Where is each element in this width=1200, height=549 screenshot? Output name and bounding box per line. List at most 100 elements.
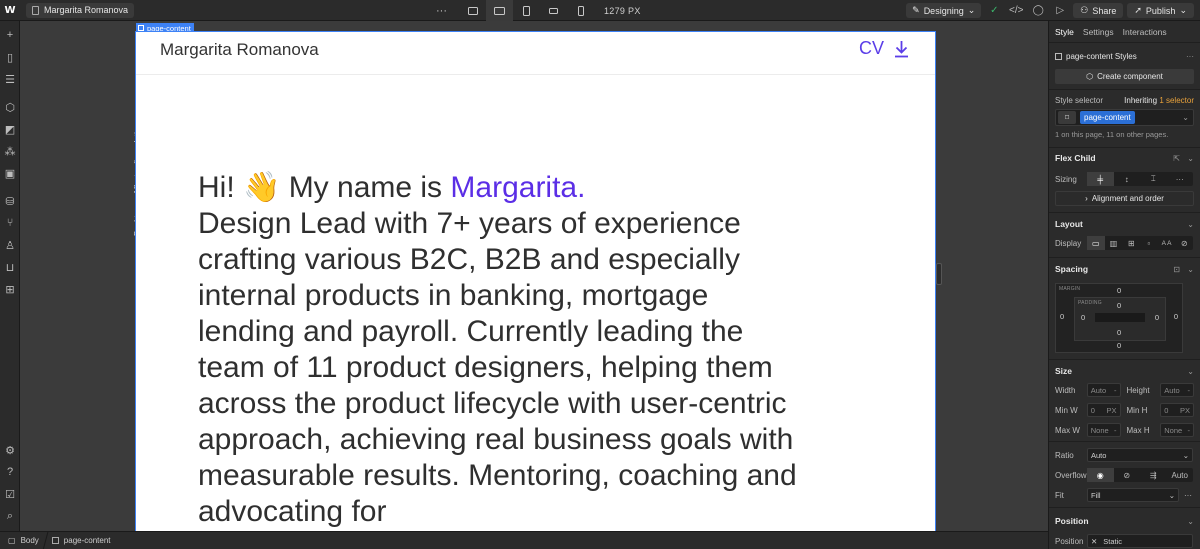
variables-icon[interactable]: ◩ bbox=[3, 122, 17, 136]
breadcrumb-body[interactable]: ▢ Body bbox=[8, 536, 39, 545]
webflow-logo[interactable]: W bbox=[0, 0, 20, 21]
users-icon[interactable]: ♙ bbox=[3, 238, 17, 252]
assets-icon[interactable]: ▣ bbox=[3, 166, 17, 180]
ratio-select[interactable]: Auto ⌄ bbox=[1087, 448, 1193, 462]
style-selectors-icon[interactable]: ⁂ bbox=[3, 144, 17, 158]
inheriting-text: Inheriting 1 selector bbox=[1124, 96, 1194, 105]
search-icon[interactable]: ⌕ bbox=[3, 509, 17, 523]
display-inline-icon[interactable]: A A bbox=[1158, 236, 1176, 250]
alignment-order-button[interactable]: › Alignment and order bbox=[1055, 191, 1194, 206]
preview-play-icon[interactable]: ▷ bbox=[1051, 0, 1069, 21]
padding-right-value[interactable]: 0 bbox=[1155, 313, 1159, 322]
chevron-down-icon[interactable]: ⌄ bbox=[1187, 154, 1194, 163]
navigator-icon[interactable]: ☰ bbox=[3, 72, 17, 86]
overflow-auto-option[interactable]: Auto bbox=[1167, 468, 1194, 482]
breadcrumb-page-content[interactable]: page-content bbox=[51, 536, 111, 545]
overflow-hidden-icon[interactable]: ⊘ bbox=[1114, 468, 1141, 482]
selector-state-icon[interactable]: ⌑ bbox=[1058, 111, 1076, 124]
size-section-header[interactable]: Size ⌄ bbox=[1055, 366, 1194, 376]
add-elements-icon[interactable]: + bbox=[3, 28, 17, 42]
padding-bottom-value[interactable]: 0 bbox=[1117, 328, 1121, 337]
apps-icon[interactable]: ⊞ bbox=[3, 282, 17, 296]
display-flex-icon[interactable]: ▥ bbox=[1105, 236, 1123, 250]
page-frame[interactable]: Margarita Romanova CV Hi! 👋 My name is M… bbox=[135, 31, 936, 532]
site-name[interactable]: Margarita Romanova bbox=[160, 40, 319, 60]
create-component-button[interactable]: ⬡ Create component bbox=[1055, 69, 1194, 84]
display-inline-block-icon[interactable]: ▫ bbox=[1140, 236, 1158, 250]
fit-more-icon[interactable]: ··· bbox=[1184, 491, 1192, 500]
mobile-portrait-button[interactable] bbox=[567, 0, 594, 21]
sizing-more-icon[interactable]: ··· bbox=[1167, 172, 1194, 186]
ecommerce-icon[interactable]: ⊔ bbox=[3, 260, 17, 274]
comments-icon[interactable]: ◯ bbox=[1029, 0, 1047, 21]
height-input[interactable]: Auto - bbox=[1160, 383, 1195, 397]
sizing-none-icon[interactable]: ⌶ bbox=[1140, 172, 1167, 186]
more-options-button[interactable]: ··· bbox=[428, 0, 455, 21]
width-input[interactable]: Auto - bbox=[1086, 383, 1121, 397]
style-selector-input[interactable]: ⌑ page-content ⌄ bbox=[1055, 109, 1194, 126]
flex-child-section-header[interactable]: Flex Child ⇱ ⌄ bbox=[1055, 153, 1194, 163]
margin-left-value[interactable]: 0 bbox=[1060, 312, 1064, 321]
audit-checkbox-icon[interactable]: ☑ bbox=[3, 487, 17, 501]
chevron-down-icon[interactable]: ⌄ bbox=[1187, 517, 1194, 526]
hero-body: Design Lead with 7+ years of experience … bbox=[198, 207, 797, 528]
desktop-breakpoint-button[interactable] bbox=[459, 0, 486, 21]
tab-settings[interactable]: Settings bbox=[1083, 27, 1114, 37]
inheriting-count[interactable]: 1 selector bbox=[1159, 96, 1194, 105]
margin-top-value[interactable]: 0 bbox=[1117, 286, 1121, 295]
overflow-scroll-icon[interactable]: ⇶ bbox=[1140, 468, 1167, 482]
display-none-icon[interactable]: ⊘ bbox=[1175, 236, 1193, 250]
canvas[interactable]: Desktop Affects all resolutions page-con… bbox=[20, 21, 1048, 532]
tab-style[interactable]: Style bbox=[1055, 27, 1074, 37]
padding-left-value[interactable]: 0 bbox=[1081, 313, 1085, 322]
site-header[interactable]: Margarita Romanova CV bbox=[136, 32, 935, 75]
padding-top-value[interactable]: 0 bbox=[1117, 301, 1121, 310]
sizing-shrink-icon[interactable]: ╪ bbox=[1087, 172, 1114, 186]
min-height-input[interactable]: 0 PX bbox=[1160, 403, 1195, 417]
spacing-section-header[interactable]: Spacing ⊡ ⌄ bbox=[1055, 264, 1194, 274]
sizing-grow-icon[interactable]: ↕ bbox=[1114, 172, 1141, 186]
hero-text[interactable]: Hi! 👋 My name is Margarita. Design Lead … bbox=[198, 170, 798, 530]
page-selector[interactable]: Margarita Romanova bbox=[26, 2, 135, 18]
tab-interactions[interactable]: Interactions bbox=[1123, 27, 1167, 37]
chevron-down-icon[interactable]: ⌄ bbox=[1187, 367, 1194, 376]
display-block-icon[interactable]: ▭ bbox=[1087, 236, 1105, 250]
overflow-visible-icon[interactable]: ◉ bbox=[1087, 468, 1114, 482]
margin-right-value[interactable]: 0 bbox=[1174, 312, 1178, 321]
position-section-header[interactable]: Position ⌄ bbox=[1055, 516, 1194, 526]
fit-select[interactable]: Fill ⌄ bbox=[1087, 488, 1179, 502]
chevron-down-icon[interactable]: ⌄ bbox=[1187, 265, 1194, 274]
code-icon[interactable]: </> bbox=[1007, 0, 1025, 21]
display-grid-icon[interactable]: ⊞ bbox=[1122, 236, 1140, 250]
spacing-presets-icon[interactable]: ⊡ bbox=[1173, 265, 1180, 274]
more-options-icon[interactable]: ··· bbox=[1186, 52, 1194, 61]
layout-section-header[interactable]: Layout ⌄ bbox=[1055, 219, 1194, 229]
position-select[interactable]: ✕ Static bbox=[1087, 534, 1193, 548]
share-button[interactable]: ⚇ Share bbox=[1073, 3, 1124, 18]
chevron-down-icon[interactable]: ⌄ bbox=[1182, 113, 1189, 122]
mobile-landscape-button[interactable] bbox=[540, 0, 567, 21]
base-breakpoint-button[interactable] bbox=[486, 0, 513, 21]
component-icon: ⬡ bbox=[1086, 72, 1094, 81]
cms-icon[interactable]: ⛁ bbox=[3, 194, 17, 208]
max-height-input[interactable]: None - bbox=[1160, 423, 1195, 437]
help-icon[interactable]: ? bbox=[3, 465, 17, 479]
flex-child-expand-icon[interactable]: ⇱ bbox=[1173, 154, 1180, 163]
tablet-breakpoint-button[interactable] bbox=[513, 0, 540, 21]
logic-icon[interactable]: ⑂ bbox=[3, 216, 17, 230]
max-size-row: Max W None - Max H None - bbox=[1055, 423, 1195, 437]
margin-bottom-value[interactable]: 0 bbox=[1117, 341, 1121, 350]
selector-chip[interactable]: page-content bbox=[1080, 111, 1135, 124]
pages-icon[interactable]: ▯ bbox=[3, 50, 17, 64]
mode-dropdown[interactable]: ✎ Designing ⌄ bbox=[906, 3, 982, 18]
max-width-input[interactable]: None - bbox=[1086, 423, 1121, 437]
check-status-icon[interactable]: ✓ bbox=[985, 0, 1003, 21]
components-icon[interactable]: ⬡ bbox=[3, 100, 17, 114]
publish-button[interactable]: ➚ Publish ⌄ bbox=[1127, 3, 1194, 18]
min-width-input[interactable]: 0 PX bbox=[1086, 403, 1121, 417]
settings-gear-icon[interactable]: ⚙ bbox=[3, 443, 17, 457]
resize-handle[interactable] bbox=[936, 263, 942, 285]
chevron-down-icon[interactable]: ⌄ bbox=[1187, 220, 1194, 229]
height-label: Height bbox=[1126, 385, 1150, 395]
cv-download-link[interactable]: CV bbox=[859, 38, 909, 59]
